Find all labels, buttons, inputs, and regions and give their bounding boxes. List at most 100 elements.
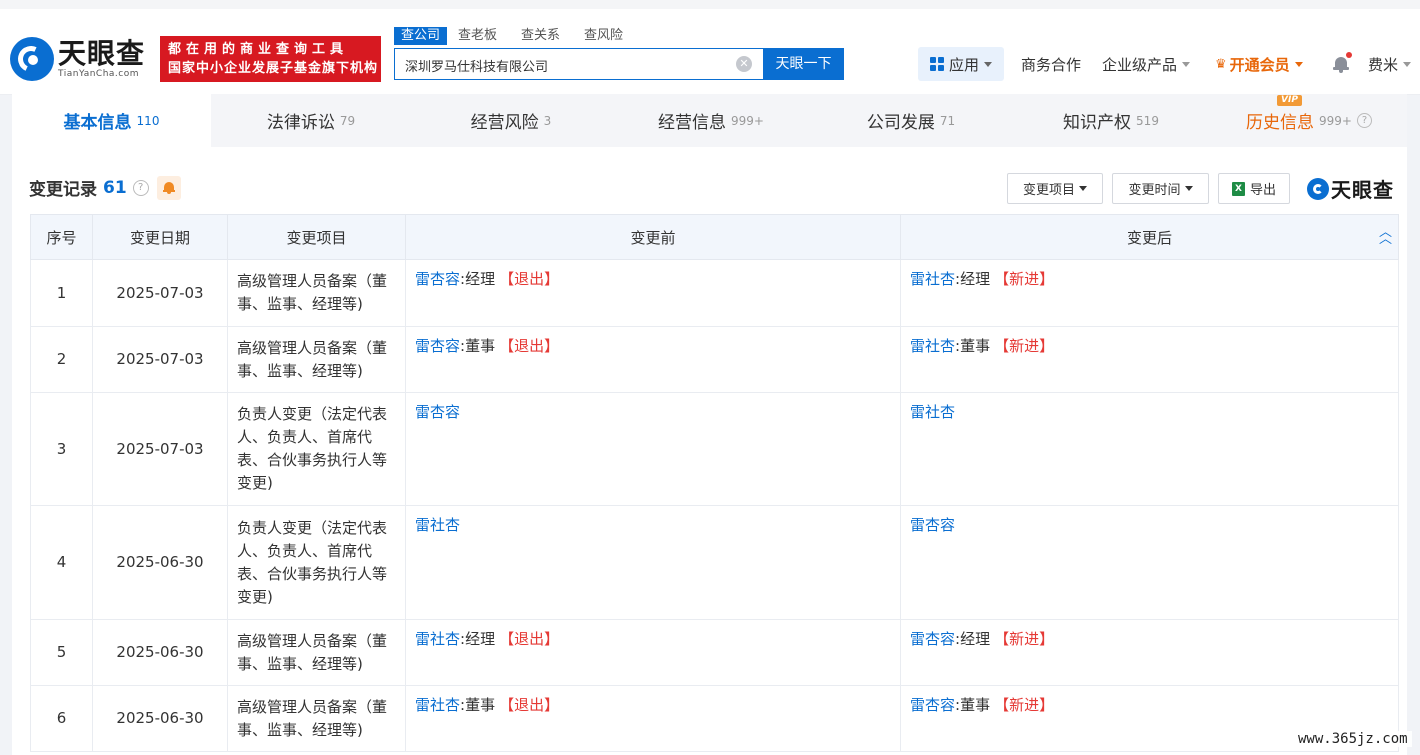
tab-label: 公司发展 — [866, 113, 935, 133]
row-no: 1 — [30, 259, 93, 327]
row-date: 2025-06-30 — [92, 619, 228, 686]
site-header: 天眼查 TianYanCha.com 都在用的商业查询工具 国家中小企业发展子基… — [0, 9, 1420, 95]
monitor-bell-icon[interactable] — [156, 175, 181, 200]
person-link[interactable]: 雷社杏 — [415, 696, 460, 714]
tab-basic-info[interactable]: 基本信息 110 — [12, 94, 211, 147]
open-vip-menu[interactable]: ♛ 开通会员 — [1215, 47, 1303, 81]
exit-tag: 【退出】 — [499, 696, 560, 714]
col-header-item: 变更项目 — [227, 214, 406, 260]
tab-label: 历史信息 — [1246, 113, 1315, 133]
business-label: 商务合作 — [1021, 55, 1082, 74]
apps-menu-button[interactable]: 应用 — [918, 47, 1004, 81]
row-after: 雷社杏:董事 【新进】 — [900, 326, 1399, 393]
person-link[interactable]: 雷杏容 — [910, 516, 955, 534]
role: :董事 — [955, 696, 991, 714]
excel-icon: X — [1231, 181, 1245, 196]
business-cooperation-link[interactable]: 商务合作 — [1021, 47, 1081, 81]
row-after: 雷社杏:经理 【新进】 — [900, 259, 1399, 327]
tab-business-risk[interactable]: 经营风险 3 — [411, 94, 611, 147]
logo-mark-icon — [1307, 177, 1329, 200]
col-header-before: 变更前 — [405, 214, 901, 260]
user-menu[interactable]: 费米 — [1368, 47, 1412, 81]
filter-label: 变更项目 — [1022, 183, 1075, 198]
row-no: 6 — [30, 685, 93, 752]
role: :董事 — [460, 337, 496, 355]
person-link[interactable]: 雷杏容 — [910, 630, 955, 648]
person-link[interactable]: 雷社杏 — [910, 403, 955, 421]
row-after: 雷杏容:经理 【新进】 — [900, 619, 1399, 686]
join-tag: 【新进】 — [994, 630, 1055, 648]
help-icon[interactable]: ? — [1356, 113, 1372, 128]
row-date: 2025-06-30 — [92, 685, 228, 752]
help-icon[interactable]: ? — [132, 179, 149, 196]
row-date: 2025-06-30 — [92, 505, 228, 620]
site-logo[interactable]: 天眼查 TianYanCha.com — [10, 37, 145, 81]
role: :经理 — [460, 630, 496, 648]
chevron-down-icon — [1294, 61, 1303, 67]
row-date: 2025-07-03 — [92, 259, 228, 327]
row-item: 高级管理人员备案（董事、监事、经理等) — [227, 619, 406, 686]
tab-count: 79 — [339, 113, 356, 128]
tab-legal-litigation[interactable]: 法律诉讼 79 — [211, 94, 411, 147]
role: :经理 — [955, 630, 991, 648]
tab-company-development[interactable]: 公司发展 71 — [811, 94, 1011, 147]
search-button[interactable]: 天眼一下 — [763, 48, 844, 80]
person-link[interactable]: 雷杏容 — [910, 696, 955, 714]
apps-grid-icon — [929, 57, 944, 71]
enterprise-products-menu[interactable]: 企业级产品 — [1102, 47, 1191, 81]
filter-change-time-dropdown[interactable]: 变更时间 — [1112, 173, 1209, 204]
role: :董事 — [460, 696, 496, 714]
user-name: 费米 — [1368, 55, 1399, 74]
table-row: 1 2025-07-03 高级管理人员备案（董事、监事、经理等) 雷杏容:经理【… — [30, 259, 1399, 327]
exit-tag: 【退出】 — [499, 630, 560, 648]
person-link[interactable]: 雷社杏 — [910, 337, 955, 355]
tab-intellectual-property[interactable]: 知识产权 519 — [1011, 94, 1211, 147]
row-no: 4 — [30, 505, 93, 620]
table-row: 4 2025-06-30 负责人变更（法定代表人、负责人、首席代表、合伙事务执行… — [30, 505, 1399, 620]
search-tab-boss[interactable]: 查老板 — [451, 27, 504, 45]
chevron-down-icon — [1403, 61, 1412, 67]
person-link[interactable]: 雷杏容 — [415, 403, 460, 421]
chevron-down-icon — [1184, 186, 1193, 191]
slogan-banner[interactable]: 都在用的商业查询工具 国家中小企业发展子基金旗下机构 — [160, 36, 381, 82]
tab-count: 71 — [939, 113, 956, 128]
change-records-panel: 变更记录 61 ? 变更项目 变更时间 X 导出 天眼查 序号 变更日期 变更项目… — [12, 147, 1407, 755]
exit-tag: 【退出】 — [499, 337, 560, 355]
notification-bell-icon[interactable] — [1333, 52, 1352, 73]
exit-tag: 【退出】 — [499, 270, 560, 288]
row-after: 雷社杏 — [900, 392, 1399, 506]
role: :经理 — [460, 270, 496, 288]
top-strip — [0, 0, 1420, 9]
logo-text: 天眼查 — [58, 37, 146, 70]
person-link[interactable]: 雷社杏 — [415, 516, 460, 534]
tab-business-info[interactable]: 经营信息 999+ — [611, 94, 811, 147]
role: :董事 — [955, 337, 991, 355]
row-no: 2 — [30, 326, 93, 393]
tab-count: 3 — [543, 113, 552, 128]
person-link[interactable]: 雷杏容 — [415, 270, 460, 288]
person-link[interactable]: 雷杏容 — [415, 337, 460, 355]
person-link[interactable]: 雷社杏 — [415, 630, 460, 648]
vip-badge: VIP — [1277, 95, 1302, 106]
filter-change-item-dropdown[interactable]: 变更项目 — [1007, 173, 1103, 204]
search-tab-risk[interactable]: 查风险 — [577, 27, 630, 45]
search-tab-company[interactable]: 查公司 — [394, 27, 448, 45]
person-link[interactable]: 雷社杏 — [910, 270, 955, 288]
row-date: 2025-07-03 — [92, 326, 228, 393]
table-row: 3 2025-07-03 负责人变更（法定代表人、负责人、首席代表、合伙事务执行… — [30, 392, 1399, 506]
chevron-down-icon — [984, 61, 992, 67]
search-input[interactable] — [403, 50, 727, 80]
row-date: 2025-07-03 — [92, 392, 228, 506]
tab-history-info[interactable]: VIP 历史信息 999+ ? — [1211, 94, 1407, 147]
export-button[interactable]: X 导出 — [1218, 173, 1290, 204]
row-item: 负责人变更（法定代表人、负责人、首席代表、合伙事务执行人等变更) — [227, 392, 406, 506]
collapse-up-icon[interactable]: ︿ ︿ — [1379, 226, 1392, 246]
row-item: 负责人变更（法定代表人、负责人、首席代表、合伙事务执行人等变更) — [227, 505, 406, 620]
export-label: 导出 — [1249, 183, 1276, 198]
chevron-down-icon — [1079, 186, 1087, 191]
watermark-logo-text: 天眼查 — [1331, 178, 1394, 202]
search-tab-relation[interactable]: 查关系 — [514, 27, 567, 45]
clear-search-icon[interactable]: ✕ — [736, 56, 752, 72]
apps-label: 应用 — [948, 55, 979, 74]
row-no: 5 — [30, 619, 93, 686]
